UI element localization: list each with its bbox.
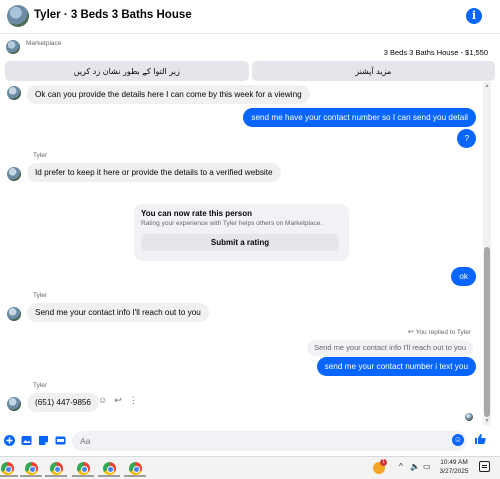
chrome-taskbar-icon[interactable] xyxy=(45,460,67,477)
more-options-button[interactable]: مزید آپشنز xyxy=(251,61,495,81)
message-bubble[interactable]: Send me your contact info I'll reach out… xyxy=(27,303,209,322)
plus-icon[interactable] xyxy=(4,435,15,446)
speaker-icon[interactable]: 🔈 xyxy=(410,462,420,471)
sender-name: Tyler xyxy=(33,382,48,389)
seen-avatar xyxy=(465,413,473,421)
sticker-icon[interactable] xyxy=(38,435,49,446)
message-bubble[interactable]: send me your contact number i text you xyxy=(316,357,476,376)
reply-arrow-icon: ↩ xyxy=(407,329,414,336)
sender-avatar[interactable] xyxy=(7,307,21,321)
weather-badge: 1 xyxy=(380,459,387,466)
chrome-taskbar-icon[interactable] xyxy=(72,460,94,477)
message-actions: ☺ ↩ ⋮ xyxy=(98,395,138,406)
scroll-down-icon[interactable]: ▼ xyxy=(483,417,491,425)
quoted-message[interactable]: Send me your contact info I'll reach out… xyxy=(307,340,473,356)
chrome-taskbar-icon[interactable] xyxy=(98,460,120,477)
reply-indicator: ↩ You replied to Tyler xyxy=(408,328,471,336)
message-input[interactable] xyxy=(72,431,467,451)
marketplace-avatar xyxy=(6,40,20,54)
network-icon[interactable]: ▭ xyxy=(423,462,431,471)
rating-card-title: You can now rate this person xyxy=(141,209,252,218)
chrome-taskbar-icon[interactable] xyxy=(124,460,146,477)
mark-pending-button[interactable]: زیر التوا کے بطور نشان زد کریں xyxy=(5,61,249,81)
quick-actions: زیر التوا کے بطور نشان زد کریں مزید آپشن… xyxy=(5,61,495,81)
notification-icon[interactable] xyxy=(479,461,490,472)
message-bubble[interactable]: Id prefer to keep it here or provide the… xyxy=(27,163,281,182)
sender-avatar[interactable] xyxy=(7,86,21,100)
composer: ☺ xyxy=(0,427,500,455)
chrome-taskbar-icon[interactable] xyxy=(20,460,42,477)
rating-card: You can now rate this person Rating your… xyxy=(134,204,349,261)
system-clock[interactable]: 10:49 AM 3/27/2025 xyxy=(432,458,476,476)
chat-title[interactable]: Tyler · 3 Beds 3 Baths House xyxy=(34,9,192,21)
emoji-icon[interactable]: ☺ xyxy=(452,434,464,446)
messenger-window: Tyler · 3 Beds 3 Baths House i Marketpla… xyxy=(0,0,500,479)
chevron-up-icon[interactable]: ^ xyxy=(399,462,403,471)
submit-rating-button[interactable]: Submit a rating xyxy=(141,234,339,251)
sender-name: Tyler xyxy=(33,292,48,299)
scroll-up-icon[interactable]: ▲ xyxy=(483,82,491,90)
more-icon[interactable]: ⋮ xyxy=(129,395,138,406)
message-list: Ok can you provide the details here I ca… xyxy=(0,82,482,426)
scroll-thumb[interactable] xyxy=(484,247,490,417)
listing-title-price[interactable]: 3 Beds 3 Baths House - $1,550 xyxy=(384,48,488,57)
clock-time: 10:49 AM xyxy=(440,459,468,466)
chrome-taskbar-icon[interactable] xyxy=(0,460,18,477)
clock-date: 3/27/2025 xyxy=(439,468,469,475)
rating-card-subtitle: Rating your experience with Tyler helps … xyxy=(141,220,323,227)
chat-header: Tyler · 3 Beds 3 Baths House i xyxy=(0,0,500,34)
message-bubble[interactable]: ok xyxy=(451,267,476,286)
message-bubble[interactable]: ? xyxy=(457,129,476,148)
sender-avatar[interactable] xyxy=(7,397,21,411)
sender-avatar[interactable] xyxy=(7,167,21,181)
marketplace-label: Marketplace xyxy=(26,40,62,47)
photo-icon[interactable] xyxy=(21,435,32,446)
message-bubble[interactable]: send me have your contact number so I ca… xyxy=(243,108,476,127)
info-icon[interactable]: i xyxy=(466,8,482,24)
reply-icon[interactable]: ↩ xyxy=(114,395,122,406)
reply-label: You replied to Tyler xyxy=(415,329,471,336)
react-emoji-icon[interactable]: ☺ xyxy=(98,395,107,406)
message-bubble[interactable]: Ok can you provide the details here I ca… xyxy=(27,85,310,104)
thumbs-up-icon[interactable] xyxy=(474,433,486,448)
listing-avatar[interactable] xyxy=(7,5,29,27)
gif-icon[interactable] xyxy=(55,435,66,446)
message-bubble[interactable]: (651) 447-9856 xyxy=(27,393,99,412)
sender-name: Tyler xyxy=(33,152,48,159)
chat-scrollbar[interactable]: ▲ ▼ xyxy=(483,82,491,425)
